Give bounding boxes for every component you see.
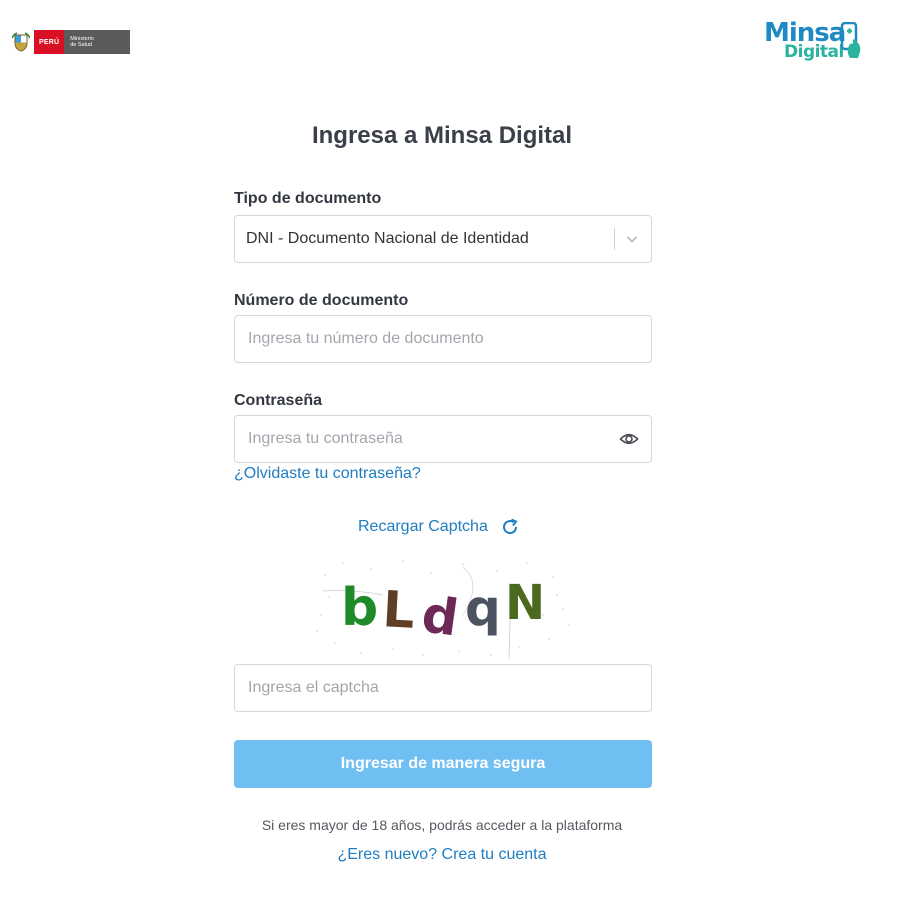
captcha-char-3: d [418,585,462,647]
password-input[interactable]: Ingresa tu contraseña [234,415,652,463]
captcha-char-1: b [341,578,378,638]
document-type-select[interactable]: DNI - Documento Nacional de Identidad [234,215,652,263]
select-divider [614,228,615,250]
reload-captcha-label: Recargar Captcha [358,518,488,535]
phone-hand-icon [840,22,861,58]
password-placeholder: Ingresa tu contraseña [248,430,403,447]
captcha-char-4: q [465,579,501,637]
gov-ministry-line2: de Salud [70,42,92,48]
captcha-placeholder: Ingresa el captcha [248,679,379,696]
submit-login-button[interactable]: Ingresar de manera segura [234,740,652,788]
document-number-label: Número de documento [234,292,409,309]
chevron-down-icon[interactable] [625,232,639,246]
refresh-icon[interactable] [500,517,520,537]
gov-ministry-badge: Ministerio de Salud [64,30,131,54]
page-title: Ingresa a Minsa Digital [311,122,573,149]
captcha-char-5: N [505,575,545,631]
captcha-input[interactable]: Ingresa el captcha [234,664,652,712]
document-type-value: DNI - Documento Nacional de Identidad [246,230,529,247]
eye-icon[interactable] [619,429,639,449]
captcha-image: b L d q N [316,560,570,660]
password-label: Contraseña [234,392,323,409]
document-number-placeholder: Ingresa tu número de documento [248,330,484,347]
age-hint-text: Si eres mayor de 18 años, podrás acceder… [261,817,623,833]
gov-country-badge: PERÚ [34,30,65,54]
government-logo: PERÚ Ministerio de Salud [12,30,131,54]
document-type-label: Tipo de documento [234,190,382,207]
forgot-password-link[interactable]: ¿Olvidaste tu contraseña? [234,465,421,483]
minsa-digital-logo: Minsa Digital [762,18,874,66]
captcha-char-2: L [381,580,416,640]
reload-captcha-button[interactable]: Recargar Captcha [358,517,520,537]
peru-coat-of-arms-icon [12,32,30,52]
brand-line2: Digital [784,42,844,62]
create-account-link[interactable]: ¿Eres nuevo? Crea tu cuenta [0,846,884,864]
document-number-input[interactable]: Ingresa tu número de documento [234,315,652,363]
